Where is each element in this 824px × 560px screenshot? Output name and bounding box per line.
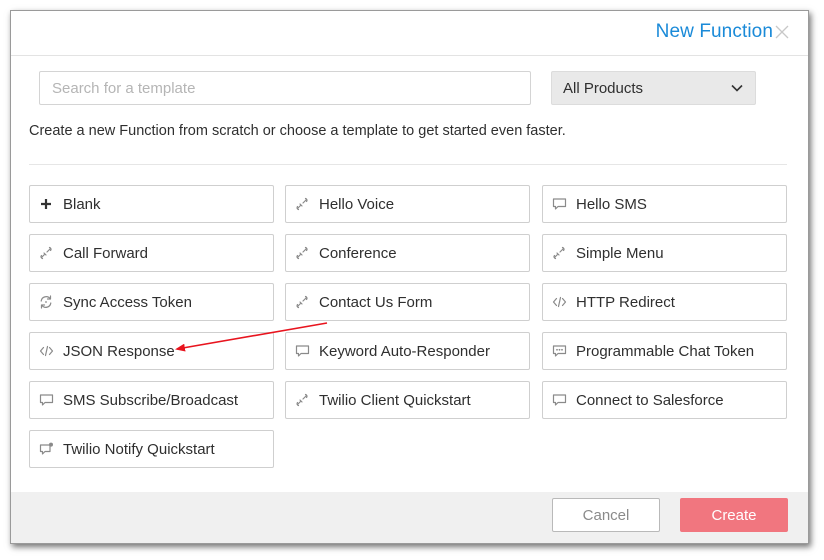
template-label: Keyword Auto-Responder [319,342,490,360]
template-card[interactable]: Twilio Notify Quickstart [29,430,274,468]
template-card[interactable]: Twilio Client Quickstart [285,381,530,419]
template-label: Hello SMS [576,195,647,213]
close-icon[interactable] [774,24,790,40]
template-card[interactable]: Keyword Auto-Responder [285,332,530,370]
template-label: Connect to Salesforce [576,391,724,409]
template-label: Twilio Notify Quickstart [63,440,215,458]
template-label: HTTP Redirect [576,293,675,311]
template-card[interactable]: SMS Subscribe/Broadcast [29,381,274,419]
template-label: Contact Us Form [319,293,433,311]
template-label: Conference [319,244,397,262]
code-icon [551,294,567,310]
plus-icon [38,196,54,212]
chevron-down-icon [730,81,744,95]
phone-icon [294,196,310,212]
template-card[interactable]: Hello Voice [285,185,530,223]
template-label: Hello Voice [319,195,395,213]
search-input[interactable] [39,71,531,105]
modal-footer: Cancel Create [11,492,808,543]
message-icon [551,392,567,408]
template-card[interactable]: Conference [285,234,530,272]
phone-icon [294,294,310,310]
code-icon [38,343,54,359]
template-label: JSON Response [63,342,175,360]
template-card[interactable]: Programmable Chat Token [542,332,787,370]
message-icon [294,343,310,359]
modal-header: New Function [11,11,808,56]
cancel-button[interactable]: Cancel [552,498,660,532]
divider [29,164,787,165]
intro-text: Create a new Function from scratch or ch… [29,123,566,139]
template-card[interactable]: Connect to Salesforce [542,381,787,419]
sync-icon [38,294,54,310]
message-icon [38,392,54,408]
template-label: Twilio Client Quickstart [319,391,471,409]
template-card[interactable]: Blank [29,185,274,223]
template-label: Call Forward [63,244,149,262]
create-button[interactable]: Create [680,498,788,532]
phone-icon [294,245,310,261]
template-label: Sync Access Token [63,293,192,311]
template-card[interactable]: JSON Response [29,332,274,370]
template-label: Simple Menu [576,244,664,262]
phone-icon [551,245,567,261]
template-card[interactable]: Hello SMS [542,185,787,223]
template-card[interactable]: Simple Menu [542,234,787,272]
product-filter-value: All Products [563,79,644,97]
notify-icon [38,441,54,457]
product-filter-select[interactable]: All Products [551,71,756,105]
template-card[interactable]: Call Forward [29,234,274,272]
template-grid: Blank Hello Voice Hello SMS Call Forward Con… [29,185,789,475]
template-card[interactable]: Contact Us Form [285,283,530,321]
new-function-modal: New Function All Products Create a new F… [10,10,809,544]
template-card[interactable]: Sync Access Token [29,283,274,321]
phone-icon [294,392,310,408]
template-label: Blank [63,195,101,213]
template-card[interactable]: HTTP Redirect [542,283,787,321]
template-label: Programmable Chat Token [576,342,755,360]
modal-title: New Function [655,21,773,42]
phone-icon [38,245,54,261]
message-icon [551,196,567,212]
template-label: SMS Subscribe/Broadcast [63,391,239,409]
chat-icon [551,343,567,359]
